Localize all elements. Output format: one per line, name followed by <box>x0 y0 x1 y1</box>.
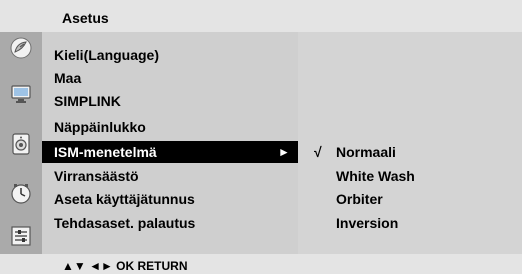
navigation-hint: ▲▼ ◄► OK RETURN <box>62 259 188 273</box>
submenu-arrow-icon: ► <box>278 145 290 159</box>
settings-panel-icon[interactable] <box>9 224 33 248</box>
checkmark-icon: √ <box>314 144 322 160</box>
option-label: White Wash <box>336 168 415 184</box>
menu-item-ism-method[interactable]: ISM-menetelmä ► <box>42 141 298 163</box>
menu-item-label: Näppäinlukko <box>54 119 146 135</box>
menu-item-country[interactable]: Maa <box>42 67 298 89</box>
menu-item-label: ISM-menetelmä <box>54 144 157 160</box>
main-area: Kieli(Language) Maa SIMPLINK Näppäinlukk… <box>0 32 522 254</box>
option-orbiter[interactable]: Orbiter <box>298 188 522 210</box>
option-label: Inversion <box>336 215 399 231</box>
option-label: Orbiter <box>336 191 383 207</box>
menu-item-label: Maa <box>54 70 82 86</box>
option-label: Normaali <box>336 144 396 160</box>
menu-item-simplink[interactable]: SIMPLINK <box>42 90 298 112</box>
option-inversion[interactable]: Inversion <box>298 212 522 234</box>
menu-item-label: SIMPLINK <box>54 93 121 109</box>
category-sidebar <box>0 32 42 254</box>
monitor-icon[interactable] <box>9 82 33 106</box>
title-bar: Asetus <box>0 0 522 32</box>
menu-item-label: Virransäästö <box>54 168 139 184</box>
settings-screen: Asetus Kieli(Language) Maa SIMPLINK Näpp… <box>0 0 522 274</box>
menu-item-label: Aseta käyttäjätunnus <box>54 191 195 207</box>
menu-item-label: Tehdasaset. palautus <box>54 215 196 231</box>
menu-item-key-lock[interactable]: Näppäinlukko <box>42 116 298 138</box>
menu-item-set-user-id[interactable]: Aseta käyttäjätunnus <box>42 188 298 210</box>
satellite-dish-icon[interactable] <box>9 36 33 60</box>
option-white-wash[interactable]: White Wash <box>298 165 522 187</box>
speaker-icon[interactable] <box>9 132 33 156</box>
footer-bar: ▲▼ ◄► OK RETURN <box>0 254 522 274</box>
ism-submenu: √ Normaali White Wash Orbiter Inversion <box>298 32 522 254</box>
page-title: Asetus <box>62 10 109 26</box>
menu-item-language[interactable]: Kieli(Language) <box>42 44 298 66</box>
menu-item-power-saving[interactable]: Virransäästö <box>42 165 298 187</box>
option-normaali[interactable]: √ Normaali <box>298 141 522 163</box>
menu-item-label: Kieli(Language) <box>54 47 160 63</box>
menu-item-factory-reset[interactable]: Tehdasaset. palautus <box>42 212 298 234</box>
settings-menu: Kieli(Language) Maa SIMPLINK Näppäinlukk… <box>42 32 298 254</box>
clock-icon[interactable] <box>9 182 33 206</box>
